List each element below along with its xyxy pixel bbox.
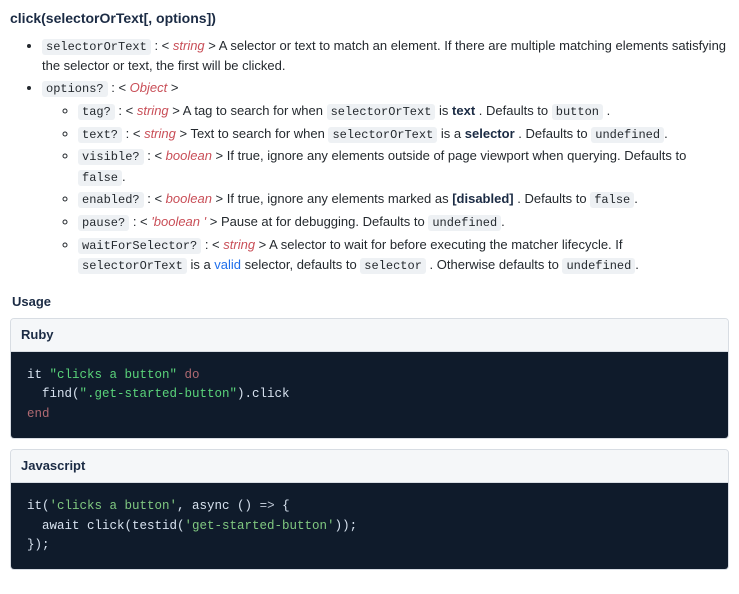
default-value: button xyxy=(552,104,603,120)
code-keyword: do xyxy=(177,368,200,382)
option-tail: . xyxy=(501,214,505,229)
param-options: options? : < Object > tag? : < string > … xyxy=(42,78,729,275)
code-keyword: end xyxy=(27,407,50,421)
code-text: )); xyxy=(335,519,358,533)
code-text: find( xyxy=(27,387,80,401)
option-desc: . Defaults to xyxy=(517,191,590,206)
code-inline: selectorOrText xyxy=(78,258,187,274)
code-arrow: => xyxy=(260,499,275,513)
option-wait-for-selector: waitForSelector? : < string > A selector… xyxy=(78,235,729,276)
option-tail: . xyxy=(603,103,610,118)
js-code-block: it('clicks a button', async () => { awai… xyxy=(11,483,728,569)
usage-heading: Usage xyxy=(12,292,729,312)
option-text: text? : < string > Text to search for wh… xyxy=(78,124,729,145)
option-name: enabled? xyxy=(78,192,144,208)
param-type: Object xyxy=(130,80,168,95)
code-string: 'clicks a button' xyxy=(50,499,178,513)
code-string: 'get-started-button' xyxy=(185,519,335,533)
option-visible: visible? : < boolean > If true, ignore a… xyxy=(78,146,729,187)
param-type: string xyxy=(173,38,205,53)
option-tail: . xyxy=(122,169,126,184)
ruby-example: Ruby it "clicks a button" do find(".get-… xyxy=(10,318,729,439)
valid-link[interactable]: valid xyxy=(214,257,241,272)
option-type: 'boolean ' xyxy=(151,214,206,229)
option-type: string xyxy=(137,103,169,118)
code-string: ".get-started-button" xyxy=(80,387,238,401)
code-text: ).click xyxy=(237,387,290,401)
option-pause: pause? : < 'boolean ' > Pause at for deb… xyxy=(78,212,729,233)
option-desc: is a xyxy=(190,257,214,272)
code-card-header: Ruby xyxy=(11,319,728,352)
option-desc: A tag to search for when xyxy=(183,103,327,118)
option-tail: . xyxy=(634,191,638,206)
default-value: selector xyxy=(360,258,426,274)
option-desc: A selector to wait for before executing … xyxy=(269,237,622,252)
code-string: "clicks a button" xyxy=(50,368,178,382)
option-type: string xyxy=(144,126,176,141)
default-value: false xyxy=(78,170,122,186)
option-name: tag? xyxy=(78,104,115,120)
options-list: tag? : < string > A tag to search for wh… xyxy=(42,101,729,276)
code-text: { xyxy=(275,499,290,513)
option-name: visible? xyxy=(78,149,144,165)
code-inline: selectorOrText xyxy=(327,104,436,120)
code-text: it( xyxy=(27,499,50,513)
option-desc: . Otherwise defaults to xyxy=(430,257,563,272)
option-type: boolean xyxy=(166,191,212,206)
option-desc: . Defaults to xyxy=(518,126,591,141)
code-card-header: Javascript xyxy=(11,450,728,483)
option-name: waitForSelector? xyxy=(78,238,201,254)
param-selector-or-text: selectorOrText : < string > A selector o… xyxy=(42,36,729,77)
option-desc: Text to search for when xyxy=(190,126,328,141)
option-desc: is xyxy=(439,103,452,118)
code-text: }); xyxy=(27,538,50,552)
parameter-list: selectorOrText : < string > A selector o… xyxy=(10,36,729,276)
option-name: pause? xyxy=(78,215,129,231)
code-inline: selectorOrText xyxy=(328,127,437,143)
param-name: selectorOrText xyxy=(42,39,151,55)
param-name: options? xyxy=(42,81,108,97)
option-desc: Pause at for debugging. Defaults to xyxy=(221,214,428,229)
option-tag: tag? : < string > A tag to search for wh… xyxy=(78,101,729,122)
option-desc: selector, defaults to xyxy=(245,257,361,272)
method-signature: click(selectorOrText[, options]) xyxy=(10,8,729,30)
option-strong: [disabled] xyxy=(452,191,513,206)
option-tail: . xyxy=(635,257,639,272)
ruby-code-block: it "clicks a button" do find(".get-start… xyxy=(11,352,728,438)
option-desc: . Defaults to xyxy=(479,103,552,118)
option-tail: . xyxy=(664,126,668,141)
option-strong: text xyxy=(452,103,475,118)
option-strong: selector xyxy=(465,126,515,141)
option-name: text? xyxy=(78,127,122,143)
code-text: , async () xyxy=(177,499,260,513)
code-text: await click(testid( xyxy=(27,519,185,533)
default-value: undefined xyxy=(562,258,635,274)
default-value: undefined xyxy=(428,215,501,231)
option-desc: is a xyxy=(441,126,465,141)
option-type: boolean xyxy=(166,148,212,163)
code-text: it xyxy=(27,368,50,382)
javascript-example: Javascript it('clicks a button', async (… xyxy=(10,449,729,570)
option-desc: If true, ignore any elements marked as xyxy=(227,191,452,206)
option-enabled: enabled? : < boolean > If true, ignore a… xyxy=(78,189,729,210)
default-value: false xyxy=(590,192,634,208)
option-type: string xyxy=(223,237,255,252)
default-value: undefined xyxy=(591,127,664,143)
option-desc: If true, ignore any elements outside of … xyxy=(227,148,687,163)
